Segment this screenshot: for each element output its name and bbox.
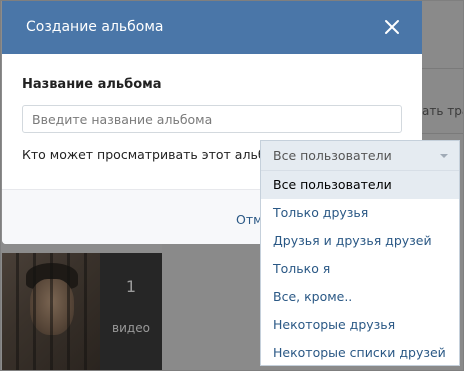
window-frame	[0, 0, 464, 371]
